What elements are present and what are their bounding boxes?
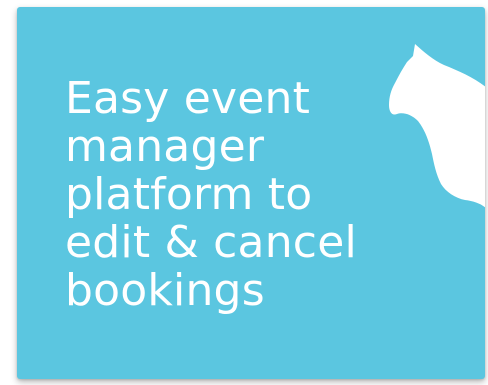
feature-card: Easy event manager platform to edit & ca…: [17, 7, 485, 379]
headline-line-5: bookings: [65, 265, 265, 316]
feature-headline: Easy event manager platform to edit & ca…: [65, 75, 395, 315]
headline-line-3: platform to: [65, 169, 313, 220]
horse-head-icon: [389, 44, 485, 208]
headline-line-2: manager: [65, 121, 265, 172]
headline-line-4: edit & cancel: [65, 217, 357, 268]
headline-line-1: Easy event: [65, 73, 311, 124]
